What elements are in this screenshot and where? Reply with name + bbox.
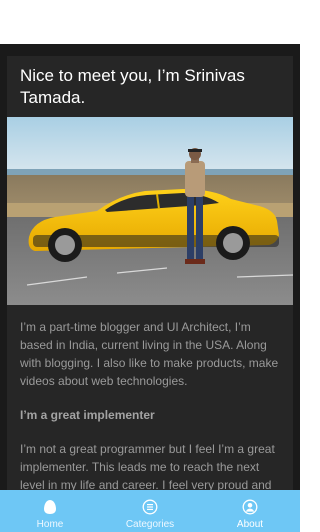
top-bar <box>0 0 300 44</box>
paragraph-implementer: I’m not a great programmer but I feel I’… <box>20 442 275 490</box>
tab-home[interactable]: Home <box>0 490 100 532</box>
paragraph-intro: I’m a part-time blogger and UI Architect… <box>20 320 279 388</box>
about-card: Nice to meet you, I’m Srinivas Tamada. I… <box>7 56 293 490</box>
home-egg-icon <box>44 500 56 514</box>
article-body: I’m a part-time blogger and UI Architect… <box>20 318 282 490</box>
page-title: Nice to meet you, I’m Srinivas Tamada. <box>20 66 245 107</box>
tab-about-label: About <box>236 519 264 530</box>
tab-about[interactable]: About <box>200 490 300 532</box>
tab-categories[interactable]: Categories <box>100 490 200 532</box>
section-subheading: I’m a great implementer <box>20 408 155 422</box>
tab-home-label: Home <box>36 519 64 530</box>
content-scroll[interactable]: Nice to meet you, I’m Srinivas Tamada. I… <box>0 44 300 490</box>
app-root: Nice to meet you, I’m Srinivas Tamada. I… <box>0 0 300 532</box>
tab-categories-label: Categories <box>125 519 175 530</box>
profile-photo <box>7 117 293 305</box>
bottom-tab-bar: Home Categories About <box>0 490 300 532</box>
person-circle-icon <box>242 499 258 515</box>
list-circle-icon <box>142 499 158 515</box>
